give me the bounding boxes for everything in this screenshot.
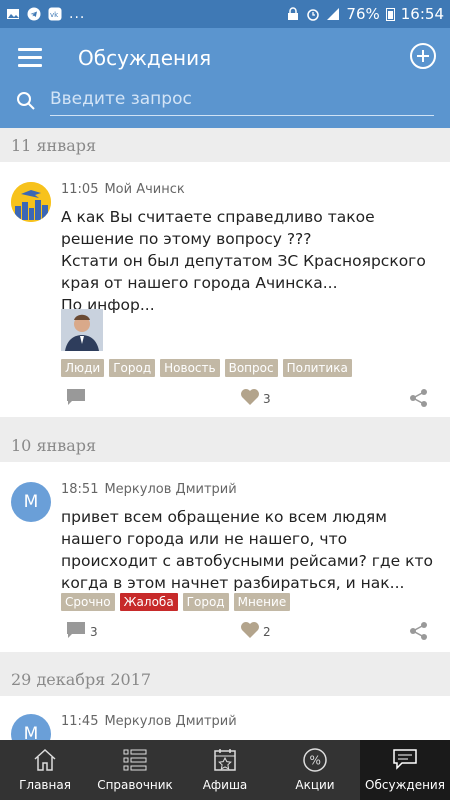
tag[interactable]: Вопрос <box>224 359 278 377</box>
tag-list: Люди Город Новость Вопрос Политика <box>61 359 352 377</box>
post-time: 18:51 <box>61 482 99 497</box>
gallery-icon <box>7 9 19 19</box>
avatar <box>11 182 51 222</box>
avatar: М <box>11 482 51 522</box>
post-text-line: А как Вы считаете справедливо такое реше… <box>61 208 375 248</box>
like-count: 2 <box>263 625 271 639</box>
percent-icon: % <box>303 748 327 772</box>
discussion-card[interactable]: М 11:45 Меркулов Дмитрий <box>0 696 450 740</box>
nav-events[interactable]: Афиша <box>180 740 270 800</box>
heart-icon[interactable] <box>240 388 260 406</box>
date-header: 29 декабря 2017 <box>11 669 152 689</box>
battery-icon <box>385 8 395 21</box>
comment-icon[interactable] <box>66 621 86 639</box>
post-time: 11:45 <box>61 714 99 729</box>
date-header: 11 января <box>11 135 97 155</box>
tag-complaint[interactable]: Жалоба <box>119 593 178 611</box>
alarm-icon <box>307 9 320 21</box>
post-meta: 18:51 Меркулов Дмитрий <box>61 482 237 497</box>
post-actions: 3 2 <box>0 621 450 645</box>
bottom-navigation: Главная Справочник Афиша % Акции Обсужде… <box>0 740 450 800</box>
nav-label: Афиша <box>202 778 248 792</box>
search-icon <box>17 92 35 110</box>
tag[interactable]: Политика <box>282 359 352 377</box>
tag[interactable]: Город <box>182 593 229 611</box>
post-author[interactable]: Меркулов Дмитрий <box>104 714 236 729</box>
person-photo <box>61 309 103 351</box>
nav-label: Главная <box>19 778 71 792</box>
post-image[interactable] <box>61 309 103 351</box>
avatar: М <box>11 714 51 740</box>
comment-count: 3 <box>90 625 98 639</box>
nav-discussions[interactable]: Обсуждения <box>360 740 450 800</box>
chat-icon <box>393 749 417 770</box>
tag-list: Срочно Жалоба Город Мнение <box>61 593 291 611</box>
search-input[interactable] <box>50 86 434 116</box>
post-text-line: Кстати он был депутатом ЗС Красноярского… <box>61 252 426 292</box>
post-author[interactable]: Мой Ачинск <box>104 182 184 197</box>
nav-label: Справочник <box>97 778 173 792</box>
status-more: ... <box>69 6 86 22</box>
discussion-card[interactable]: М 18:51 Меркулов Дмитрий привет всем обра… <box>0 462 450 652</box>
like-count: 3 <box>263 392 271 406</box>
tag[interactable]: Люди <box>61 359 105 377</box>
post-meta: 11:05 Мой Ачинск <box>61 182 185 197</box>
tag[interactable]: Город <box>109 359 156 377</box>
page-title: Обсуждения <box>78 46 212 70</box>
nav-promotions[interactable]: % Акции <box>270 740 360 800</box>
app-bar: Обсуждения <box>0 28 450 128</box>
calendar-star-icon <box>214 749 236 771</box>
nav-directory[interactable]: Справочник <box>90 740 180 800</box>
clock: 16:54 <box>400 5 444 23</box>
nav-home[interactable]: Главная <box>0 740 90 800</box>
tag[interactable]: Срочно <box>61 593 115 611</box>
post-actions: 3 <box>0 388 450 412</box>
menu-icon[interactable] <box>18 48 42 68</box>
telegram-icon <box>27 7 41 21</box>
nav-label: Акции <box>295 778 335 792</box>
status-bar: vk ... 76% 16:54 <box>0 0 450 28</box>
comment-icon[interactable] <box>66 388 86 406</box>
post-meta: 11:45 Меркулов Дмитрий <box>61 714 237 729</box>
city-logo-icon <box>11 182 51 222</box>
lock-icon <box>288 7 299 20</box>
share-icon[interactable] <box>409 621 429 641</box>
discussion-card[interactable]: 11:05 Мой Ачинск А как Вы считаете справе… <box>0 162 450 417</box>
post-text[interactable]: А как Вы считаете справедливо такое реше… <box>61 206 439 316</box>
post-text[interactable]: привет всем обращение ко всем людям наше… <box>61 506 439 594</box>
svg-text:%: % <box>310 754 321 768</box>
post-author[interactable]: Меркулов Дмитрий <box>104 482 236 497</box>
battery-level: 76% <box>346 5 380 23</box>
svg-text:vk: vk <box>50 11 59 19</box>
house-icon <box>34 748 56 771</box>
heart-icon[interactable] <box>240 621 260 639</box>
post-time: 11:05 <box>61 182 99 197</box>
date-header: 10 января <box>11 435 97 455</box>
vk-icon: vk <box>48 7 62 21</box>
post-text-line: По инфор... <box>61 296 155 314</box>
tag[interactable]: Мнение <box>233 593 291 611</box>
nav-label: Обсуждения <box>365 778 445 792</box>
tag[interactable]: Новость <box>160 359 220 377</box>
share-icon[interactable] <box>409 388 429 408</box>
add-discussion-button[interactable] <box>410 43 436 69</box>
list-icon <box>123 749 147 771</box>
signal-icon <box>327 8 340 20</box>
